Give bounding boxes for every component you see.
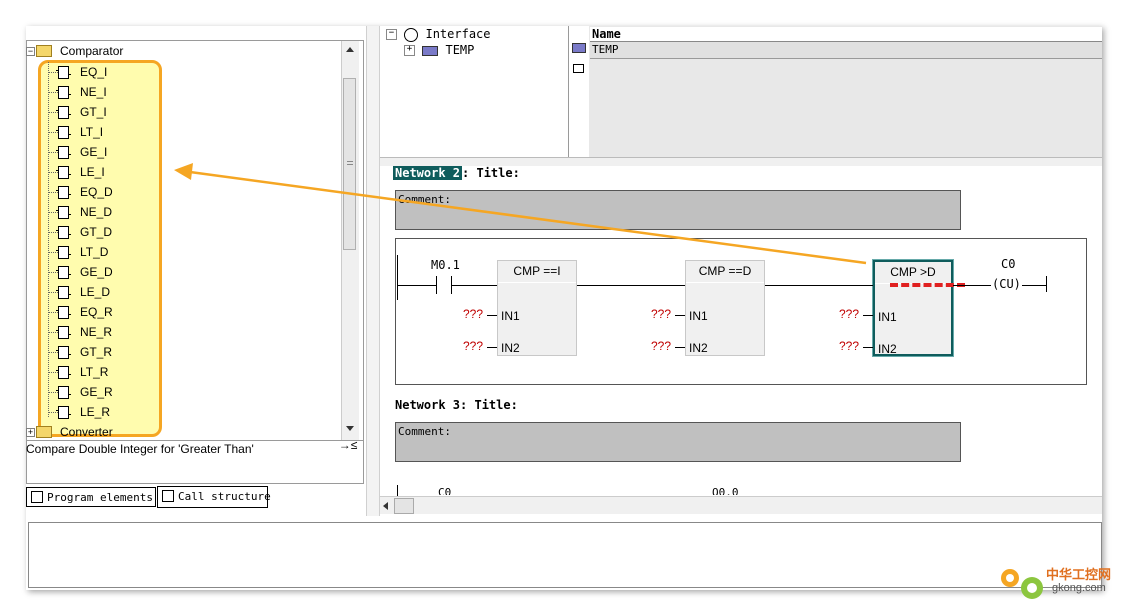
operand-placeholder[interactable]: ??? <box>651 307 671 321</box>
operand-placeholder[interactable]: ??? <box>463 339 483 353</box>
watermark-url: gkong.com <box>1052 582 1106 594</box>
gkong-watermark: 中华工控网 gkong.com <box>996 560 1116 605</box>
orange-arrow-annotation <box>174 163 867 265</box>
operand-placeholder[interactable]: ??? <box>463 307 483 321</box>
operand-placeholder[interactable]: ??? <box>839 339 859 353</box>
operand-placeholder[interactable]: ??? <box>651 339 671 353</box>
watermark-title: 中华工控网 <box>1046 567 1112 582</box>
operand-placeholder[interactable]: ??? <box>839 307 859 321</box>
